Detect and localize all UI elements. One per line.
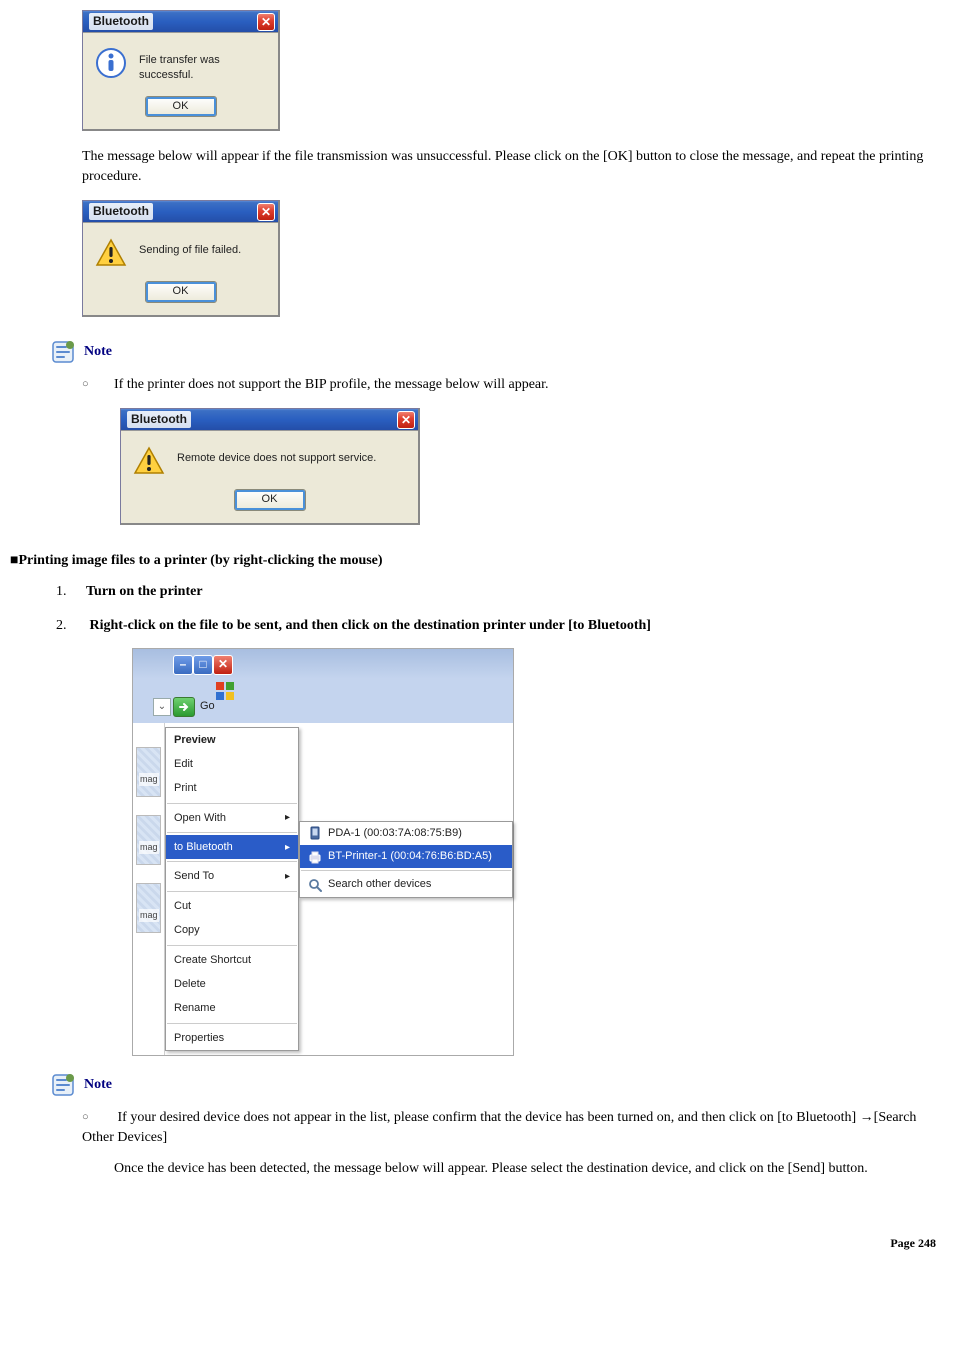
chevron-right-icon: ▸ — [285, 841, 290, 855]
section-heading: Printing image files to a printer (by ri… — [18, 551, 382, 571]
warning-icon — [133, 445, 165, 477]
dialog-bluetooth-fail: Bluetooth ✕ Sending of file failed. OK — [82, 200, 280, 316]
note-item-search: If your desired device does not appear i… — [82, 1108, 944, 1179]
note-label: Note — [84, 1075, 112, 1095]
dropdown-icon[interactable]: ⌄ — [153, 698, 171, 716]
search-icon — [308, 878, 322, 892]
windows-flag-icon — [215, 681, 235, 701]
menu-to-bluetooth[interactable]: to Bluetooth▸ — [166, 835, 298, 859]
context-menu-screenshot: – □ ✕ ⌄ Go mag mag — [132, 648, 514, 1057]
note-label: Note — [84, 342, 112, 362]
pda-icon — [308, 826, 322, 840]
menu-delete[interactable]: Delete — [166, 972, 298, 996]
dialog-title: Bluetooth — [127, 411, 191, 428]
dialog-bluetooth-success: Bluetooth ✕ File transfer was successful… — [82, 10, 280, 131]
file-thumbnail[interactable]: mag — [136, 815, 161, 865]
dialog-bluetooth-nosupport: Bluetooth ✕ Remote device does not suppo… — [120, 408, 420, 524]
minimize-icon[interactable]: – — [173, 655, 193, 675]
dialog-message: Sending of file failed. — [139, 237, 241, 258]
warning-icon — [95, 237, 127, 269]
go-label: Go — [200, 699, 215, 714]
step-2: Right-click on the file to be sent, and … — [56, 616, 944, 1056]
para-fail-intro: The message below will appear if the fil… — [82, 147, 944, 186]
ok-button[interactable]: OK — [145, 96, 217, 117]
file-thumbnail[interactable]: mag — [136, 883, 161, 933]
menu-edit[interactable]: Edit — [166, 752, 298, 776]
dialog-title: Bluetooth — [89, 13, 153, 30]
menu-open-with[interactable]: Open With▸ — [166, 806, 298, 830]
note-item-bip: If the printer does not support the BIP … — [82, 375, 944, 395]
bluetooth-submenu: PDA-1 (00:03:7A:08:75:B9) BT-Printer-1 (… — [299, 821, 513, 898]
ok-button[interactable]: OK — [145, 281, 217, 302]
menu-create-shortcut[interactable]: Create Shortcut — [166, 948, 298, 972]
menu-send-to[interactable]: Send To▸ — [166, 864, 298, 888]
note-icon — [50, 1072, 76, 1098]
menu-copy[interactable]: Copy — [166, 918, 298, 942]
close-icon[interactable]: ✕ — [257, 203, 275, 221]
close-icon[interactable]: ✕ — [257, 13, 275, 31]
menu-cut[interactable]: Cut — [166, 894, 298, 918]
menu-rename[interactable]: Rename — [166, 996, 298, 1020]
close-icon[interactable]: ✕ — [397, 411, 415, 429]
step-1: Turn on the printer — [56, 582, 944, 602]
submenu-pda[interactable]: PDA-1 (00:03:7A:08:75:B9) — [300, 822, 512, 845]
page-number: Page 248 — [10, 1235, 944, 1252]
chevron-right-icon: ▸ — [285, 811, 290, 825]
ok-button[interactable]: OK — [234, 489, 306, 510]
dialog-title: Bluetooth — [89, 203, 153, 220]
menu-print[interactable]: Print — [166, 776, 298, 800]
maximize-icon[interactable]: □ — [193, 655, 213, 675]
dialog-message: Remote device does not support service. — [177, 445, 376, 466]
dialog-message: File transfer was successful. — [139, 47, 266, 84]
note-item-search-followup: Once the device has been detected, the m… — [114, 1159, 944, 1179]
file-thumbnail[interactable]: mag — [136, 747, 161, 797]
printer-icon — [308, 850, 322, 864]
bullet-square: ■ — [10, 551, 18, 571]
close-icon[interactable]: ✕ — [213, 655, 233, 675]
note-icon — [50, 339, 76, 365]
info-icon — [95, 47, 127, 79]
menu-preview[interactable]: Preview — [166, 728, 298, 752]
submenu-printer[interactable]: BT-Printer-1 (00:04:76:B6:BD:A5) — [300, 845, 512, 868]
chevron-right-icon: ▸ — [285, 870, 290, 884]
context-menu: Preview Edit Print Open With▸ to Bluetoo… — [165, 727, 299, 1052]
submenu-search[interactable]: Search other devices — [300, 873, 512, 896]
menu-properties[interactable]: Properties — [166, 1026, 298, 1050]
go-arrow-icon[interactable] — [173, 697, 195, 717]
